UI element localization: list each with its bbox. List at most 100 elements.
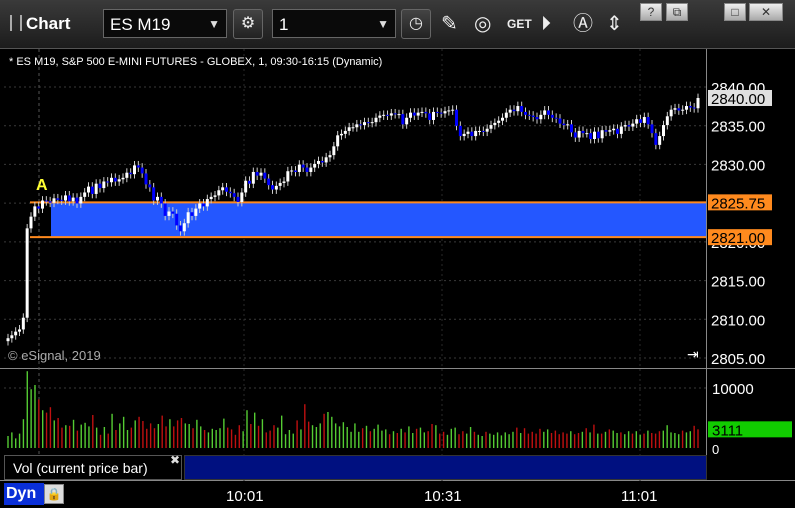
candle-body [424,111,428,114]
candle-body [524,111,527,115]
candle-body [259,172,263,176]
candle-body [106,181,110,183]
candle-body [596,131,600,139]
candle-body [669,109,673,117]
candle-body [642,117,646,123]
grip-icon[interactable] [10,15,22,31]
scroll-to-end-icon[interactable]: ⇥ [687,346,699,363]
dyn-button[interactable]: Dyn [4,483,44,505]
candle-body [175,213,179,226]
candle-body [190,212,194,216]
close-button[interactable]: ✕ [749,3,783,21]
annotate-icon[interactable]: Ⓐ [573,10,593,38]
price-chart[interactable]: 2840.002835.002830.002825.002820.002815.… [0,49,795,481]
candle-body [29,216,33,229]
candle-body [623,125,627,127]
candle-body [600,130,604,139]
candle-body [156,196,159,201]
candle-body [83,192,87,197]
candle-body [581,130,585,134]
candle-body [612,128,616,131]
restore-button[interactable]: ⧉ [666,3,688,21]
symbol-combo[interactable]: ES M19 ▼ [103,9,227,38]
interval-combo[interactable]: 1 ▼ [272,9,396,38]
candle-body [658,136,662,145]
candle-body [451,109,455,111]
window-title: Chart [10,14,70,34]
candle-body [217,190,221,196]
candle-body [401,114,405,125]
candle-body [696,97,700,109]
help-button[interactable]: ? [640,3,662,21]
candle-body [382,114,386,116]
close-icon[interactable]: ✖ [170,453,180,467]
candle-body [616,128,619,134]
gear-icon[interactable]: ⚙ [233,9,263,39]
candle-body [140,167,144,174]
zone-top-badge: 2825.75 [711,195,765,212]
window-title-text: Chart [26,14,71,33]
candle-body [286,171,290,182]
candle-body [328,155,332,158]
candle-body [87,186,90,193]
candle-body [25,228,29,318]
candle-body [554,117,558,119]
candle-body [167,211,171,216]
get-icon[interactable]: GET [507,10,532,38]
candle-body [313,163,317,168]
cursor-icon[interactable]: ⇕ [606,10,623,38]
candle-body [309,167,313,172]
candle-body [98,183,102,189]
study-icon[interactable]: ◎ [474,10,491,38]
candle-body [202,203,205,207]
candle-body [378,115,382,118]
play-icon[interactable]: ⏵ [541,10,551,38]
candle-body [347,127,351,131]
price-tick-label: 2815.00 [711,274,765,291]
candle-body [531,115,535,118]
chart-title: * ES M19, S&P 500 E-MINI FUTURES - GLOBE… [9,56,383,68]
candle-body [466,131,470,134]
volume-study-label[interactable]: Vol (current price bar) [4,455,182,480]
candle-body [493,122,497,126]
candle-body [136,165,140,168]
price-tick-label: 2805.00 [711,351,765,368]
candle-body [397,114,401,116]
chevron-down-icon[interactable]: ▼ [208,10,220,39]
clock-icon[interactable]: ◷ [401,9,431,39]
candle-body [125,172,129,178]
candle-body [320,160,324,163]
candle-body [478,130,481,132]
price-tick-label: 2810.00 [711,312,765,329]
candle-body [129,172,133,175]
last-price-badge: 2840.00 [711,91,765,108]
candle-body [370,122,374,124]
candle-body [520,106,524,112]
candle-body [144,173,148,185]
candle-body [393,113,397,115]
annotation-label[interactable]: A [36,177,48,194]
candle-body [297,164,301,172]
candle-body [485,128,489,132]
interval-value: 1 [279,15,289,34]
lock-icon[interactable]: 🔒 [44,484,64,504]
maximize-button[interactable]: □ [724,3,746,21]
copyright-text: © eSignal, 2019 [8,348,101,363]
candle-body [608,130,612,132]
pencil-icon[interactable]: ✎ [441,10,458,38]
chevron-down-icon[interactable]: ▼ [377,10,389,39]
candle-body [420,111,424,113]
candle-body [639,119,642,123]
candle-body [10,335,14,339]
candle-body [627,125,631,127]
candle-body [577,130,581,138]
candle-body [405,117,409,125]
candle-body [662,125,665,137]
candle-body [79,196,83,204]
candle-body [148,184,152,188]
candle-body [332,146,336,156]
candle-body [504,112,508,118]
candle-body [366,122,370,124]
candle-body [688,106,692,108]
candle-body [41,200,44,209]
